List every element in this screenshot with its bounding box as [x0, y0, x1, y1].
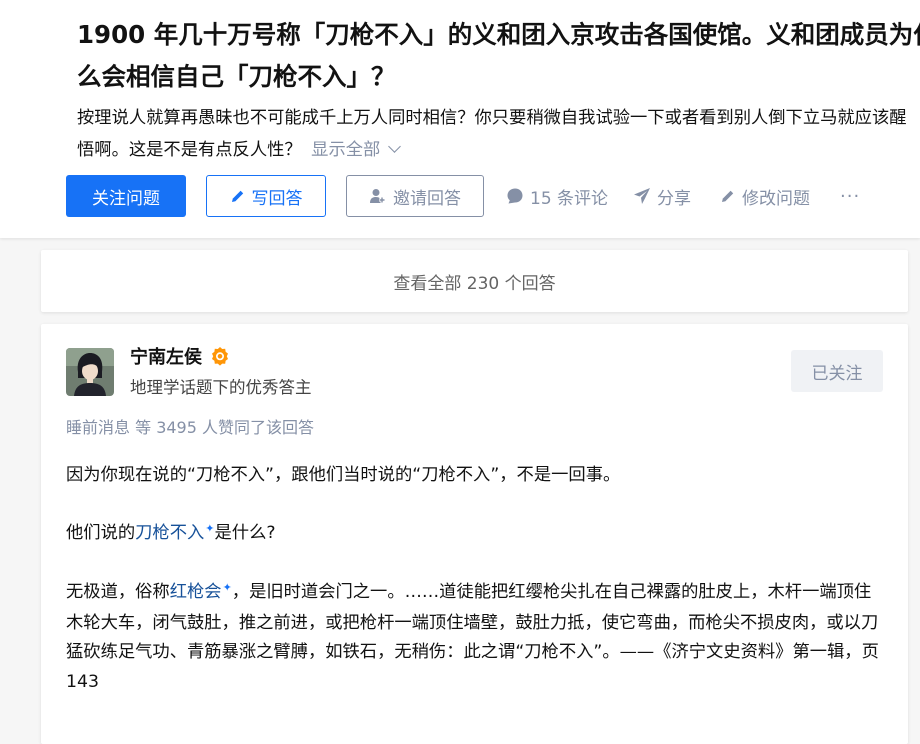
comment-bubble-icon[interactable] — [506, 187, 524, 205]
share-plane-icon[interactable] — [633, 187, 651, 205]
edit-question-button[interactable]: 修改问题 — [720, 175, 810, 217]
edit-question-label[interactable]: 修改问题 — [742, 184, 810, 209]
vote-summary: 睡前消息 等 3495 人赞同了该回答 — [66, 414, 314, 438]
write-answer-button[interactable]: 写回答 — [206, 175, 326, 217]
invite-answer-button[interactable]: 邀请回答 — [346, 175, 484, 217]
view-all-answers-button[interactable]: 查看全部 230 个回答 — [41, 250, 908, 312]
excellent-answerer-badge-icon — [210, 346, 230, 366]
share-label[interactable]: 分享 — [657, 184, 691, 209]
sparkle-icon[interactable]: ✦ — [205, 522, 214, 535]
avatar[interactable] — [66, 348, 114, 396]
answer-paragraph-2-after: 是什么? — [214, 523, 276, 543]
answer-paragraph-3: 无极道，俗称红枪会✦，是旧时道会门之一。……道徒能把红缨枪尖扎在自己裸露的肚皮上… — [66, 578, 886, 697]
keyword-link-hongqianghui-text[interactable]: 红枪会 — [170, 582, 222, 602]
chevron-down-icon[interactable] — [388, 140, 402, 153]
edit-pencil-icon[interactable] — [720, 188, 736, 204]
followed-button[interactable]: 已关注 — [791, 350, 883, 392]
comments-label[interactable]: 15 条评论 — [530, 184, 608, 209]
keyword-link-daoqiangburu-text[interactable]: 刀枪不入 — [135, 523, 204, 543]
answer-paragraph-1: 因为你现在说的“刀枪不入”，跟他们当时说的“刀枪不入”，不是一回事。 — [66, 465, 621, 485]
more-dots-icon[interactable]: ··· — [840, 186, 860, 207]
pencil-icon[interactable] — [230, 188, 246, 204]
show-all-button[interactable]: 显示全部 — [311, 140, 402, 160]
follow-question-button[interactable]: 关注问题 — [66, 175, 186, 217]
answer-card: 宁南左侯 地理学话题下的优秀答主 已关注 睡前消息 等 3495 人赞同了该回答… — [41, 324, 908, 744]
share-button[interactable]: 分享 — [633, 175, 691, 217]
show-all-label[interactable]: 显示全部 — [311, 140, 380, 160]
sparkle-icon[interactable]: ✦ — [223, 581, 232, 594]
answer-paragraph-2-before: 他们说的 — [66, 523, 136, 543]
author-headline: 地理学话题下的优秀答主 — [130, 378, 312, 397]
question-description: 按理说人就算再愚昧也不可能成千上万人同时相信？你只要稍微自我试验一下或者看到别人… — [77, 102, 917, 166]
question-header: 1900 年几十万号称「刀枪不入」的义和团入京攻击各国使馆。义和团成员为什么会相… — [0, 0, 920, 238]
keyword-link-hongqianghui[interactable]: 红枪会✦ — [170, 581, 232, 602]
invite-user-icon[interactable] — [369, 188, 387, 204]
question-description-text: 按理说人就算再愚昧也不可能成千上万人同时相信？你只要稍微自我试验一下或者看到别人… — [77, 108, 907, 160]
view-all-answers-label[interactable]: 查看全部 230 个回答 — [393, 269, 555, 294]
follow-question-label[interactable]: 关注问题 — [92, 184, 160, 209]
question-title[interactable]: 1900 年几十万号称「刀枪不入」的义和团入京攻击各国使馆。义和团成员为什么会相… — [77, 14, 920, 98]
write-answer-label[interactable]: 写回答 — [252, 184, 303, 209]
comments-button[interactable]: 15 条评论 — [506, 175, 608, 217]
author-name-text[interactable]: 宁南左侯 — [130, 343, 202, 369]
vote-count-text: 等 3495 人赞同了该回答 — [130, 418, 314, 437]
more-options-button[interactable]: ··· — [840, 175, 860, 217]
invite-answer-label[interactable]: 邀请回答 — [393, 184, 461, 209]
keyword-link-daoqiangburu[interactable]: 刀枪不入✦ — [135, 522, 214, 543]
author-name[interactable]: 宁南左侯 — [130, 343, 230, 369]
followed-label[interactable]: 已关注 — [812, 359, 863, 384]
answer-content: 因为你现在说的“刀枪不入”，跟他们当时说的“刀枪不入”，不是一回事。 他们说的刀… — [66, 460, 886, 725]
answer-paragraph-2: 他们说的刀枪不入✦是什么? — [66, 518, 886, 550]
answer-paragraph-3-before: 无极道，俗称 — [66, 582, 170, 602]
voter-link[interactable]: 睡前消息 — [66, 418, 130, 437]
